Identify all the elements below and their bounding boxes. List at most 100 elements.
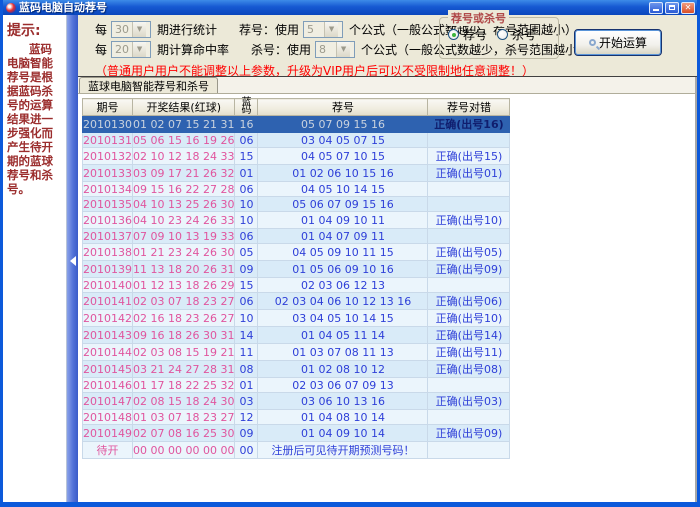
cell-result[interactable]: 正确(出号15) [428, 148, 510, 165]
cell-period[interactable]: 待开 [83, 442, 133, 459]
cell-blue[interactable]: 03 [235, 393, 258, 410]
table-row[interactable]: 201014503 21 24 27 28 310801 02 08 10 12… [83, 361, 510, 378]
table-row[interactable]: 201014001 12 13 18 26 291502 03 06 12 13 [83, 278, 510, 293]
cell-reds[interactable]: 01 17 18 22 25 32 [133, 378, 235, 393]
cell-blue[interactable]: 11 [235, 344, 258, 361]
restore-button[interactable] [665, 2, 679, 14]
chevron-down-icon[interactable]: ▼ [336, 42, 350, 57]
sidebar-splitter[interactable] [67, 15, 78, 507]
cell-reds[interactable]: 02 03 07 18 23 27 [133, 293, 235, 310]
cell-period[interactable]: 2010143 [83, 327, 133, 344]
cell-result[interactable] [428, 442, 510, 459]
cell-result[interactable] [428, 229, 510, 244]
cell-period[interactable]: 2010140 [83, 278, 133, 293]
cell-picks[interactable]: 02 03 04 06 10 12 13 16 [258, 293, 428, 310]
pick-radio[interactable] [448, 29, 459, 40]
cell-blue[interactable]: 10 [235, 212, 258, 229]
cell-picks[interactable]: 04 05 10 14 15 [258, 182, 428, 197]
hit-periods-select[interactable]: 20 ▼ [111, 41, 151, 58]
cell-reds[interactable]: 02 16 18 23 26 27 [133, 310, 235, 327]
close-button[interactable]: ✕ [681, 2, 695, 14]
cell-result[interactable] [428, 182, 510, 197]
cell-blue[interactable]: 06 [235, 182, 258, 197]
cell-picks[interactable]: 02 03 06 12 13 [258, 278, 428, 293]
cell-picks[interactable]: 01 04 05 11 14 [258, 327, 428, 344]
cell-reds[interactable]: 00 00 00 00 00 00 [133, 442, 235, 459]
cell-reds[interactable]: 07 09 10 13 19 33 [133, 229, 235, 244]
cell-reds[interactable]: 02 07 08 16 25 30 [133, 425, 235, 442]
table-row[interactable]: 201014102 03 07 18 23 270602 03 04 06 10… [83, 293, 510, 310]
cell-period[interactable]: 2010149 [83, 425, 133, 442]
header-reds[interactable]: 开奖结果(红球) [133, 99, 235, 116]
cell-blue[interactable]: 10 [235, 197, 258, 212]
table-row[interactable]: 201013303 09 17 21 26 320101 02 06 10 15… [83, 165, 510, 182]
cell-picks[interactable]: 01 04 09 10 11 [258, 212, 428, 229]
minimize-button[interactable] [649, 2, 663, 14]
header-blue[interactable]: 蓝码 [235, 99, 258, 116]
cell-reds[interactable]: 02 08 15 18 24 30 [133, 393, 235, 410]
cell-reds[interactable]: 02 03 08 15 19 21 [133, 344, 235, 361]
cell-result[interactable]: 正确(出号14) [428, 327, 510, 344]
pick-radio-label[interactable]: 荐号 [463, 26, 487, 43]
cell-blue[interactable]: 10 [235, 310, 258, 327]
cell-period[interactable]: 2010136 [83, 212, 133, 229]
cell-picks[interactable]: 01 05 06 09 10 16 [258, 261, 428, 278]
cell-reds[interactable]: 03 09 17 21 26 32 [133, 165, 235, 182]
cell-result[interactable] [428, 133, 510, 148]
cell-period[interactable]: 2010146 [83, 378, 133, 393]
cell-blue[interactable]: 12 [235, 410, 258, 425]
titlebar[interactable]: 蓝码电脑自动荐号 ✕ [3, 0, 697, 15]
cell-blue[interactable]: 09 [235, 261, 258, 278]
chevron-down-icon[interactable]: ▼ [324, 22, 338, 37]
cell-picks[interactable]: 01 04 08 10 14 [258, 410, 428, 425]
table-row[interactable]: 201014202 16 18 23 26 271003 04 05 10 14… [83, 310, 510, 327]
cell-blue[interactable]: 09 [235, 425, 258, 442]
tab-blue-ball-picks[interactable]: 蓝球电脑智能荐号和杀号 [79, 77, 218, 93]
table-row[interactable]: 201013707 09 10 13 19 330601 04 07 09 11 [83, 229, 510, 244]
cell-period[interactable]: 2010134 [83, 182, 133, 197]
cell-result[interactable] [428, 410, 510, 425]
table-row[interactable]: 201014402 03 08 15 19 211101 03 07 08 11… [83, 344, 510, 361]
table-row[interactable]: 201013604 10 23 24 26 331001 04 09 10 11… [83, 212, 510, 229]
kill-radio-label[interactable]: 杀号 [512, 26, 536, 43]
cell-picks[interactable]: 01 02 06 10 15 16 [258, 165, 428, 182]
cell-reds[interactable]: 05 06 15 16 19 26 [133, 133, 235, 148]
cell-blue[interactable]: 01 [235, 165, 258, 182]
cell-result[interactable] [428, 197, 510, 212]
cell-picks[interactable]: 注册后可见待开期预测号码！ [258, 442, 428, 459]
cell-blue[interactable]: 15 [235, 148, 258, 165]
header-period[interactable]: 期号 [83, 99, 133, 116]
cell-reds[interactable]: 01 12 13 18 26 29 [133, 278, 235, 293]
cell-picks[interactable]: 01 03 07 08 11 13 [258, 344, 428, 361]
cell-result[interactable]: 正确(出号11) [428, 344, 510, 361]
cell-reds[interactable]: 01 03 07 18 23 27 [133, 410, 235, 425]
cell-result[interactable]: 正确(出号10) [428, 310, 510, 327]
cell-period[interactable]: 2010142 [83, 310, 133, 327]
cell-result[interactable]: 正确(出号06) [428, 293, 510, 310]
cell-picks[interactable]: 03 04 05 07 15 [258, 133, 428, 148]
cell-period[interactable]: 2010138 [83, 244, 133, 261]
cell-picks[interactable]: 01 04 07 09 11 [258, 229, 428, 244]
pick-formulas-select[interactable]: 5 ▼ [303, 21, 343, 38]
cell-period[interactable]: 2010141 [83, 293, 133, 310]
cell-picks[interactable]: 05 06 07 09 15 16 [258, 197, 428, 212]
table-row[interactable]: 201013001 02 07 15 21 311605 07 09 15 16… [83, 116, 510, 133]
table-row[interactable]: 201013105 06 15 16 19 260603 04 05 07 15 [83, 133, 510, 148]
table-row[interactable]: 201014902 07 08 16 25 300901 04 09 10 14… [83, 425, 510, 442]
cell-period[interactable]: 2010135 [83, 197, 133, 212]
chevron-down-icon[interactable]: ▼ [132, 42, 146, 57]
cell-blue[interactable]: 06 [235, 229, 258, 244]
run-button[interactable]: 开始运算 [575, 30, 661, 55]
cell-reds[interactable]: 11 13 18 20 26 31 [133, 261, 235, 278]
cell-blue[interactable]: 16 [235, 116, 258, 133]
cell-result[interactable]: 正确(出号09) [428, 425, 510, 442]
cell-reds[interactable]: 09 16 18 26 30 31 [133, 327, 235, 344]
table-row[interactable]: 201014309 16 18 26 30 311401 04 05 11 14… [83, 327, 510, 344]
cell-result[interactable]: 正确(出号03) [428, 393, 510, 410]
cell-result[interactable]: 正确(出号08) [428, 361, 510, 378]
header-picks[interactable]: 荐号 [258, 99, 428, 116]
cell-blue[interactable]: 15 [235, 278, 258, 293]
table-row[interactable]: 201013409 15 16 22 27 280604 05 10 14 15 [83, 182, 510, 197]
cell-reds[interactable]: 04 10 23 24 26 33 [133, 212, 235, 229]
kill-formulas-select[interactable]: 8 ▼ [315, 41, 355, 58]
